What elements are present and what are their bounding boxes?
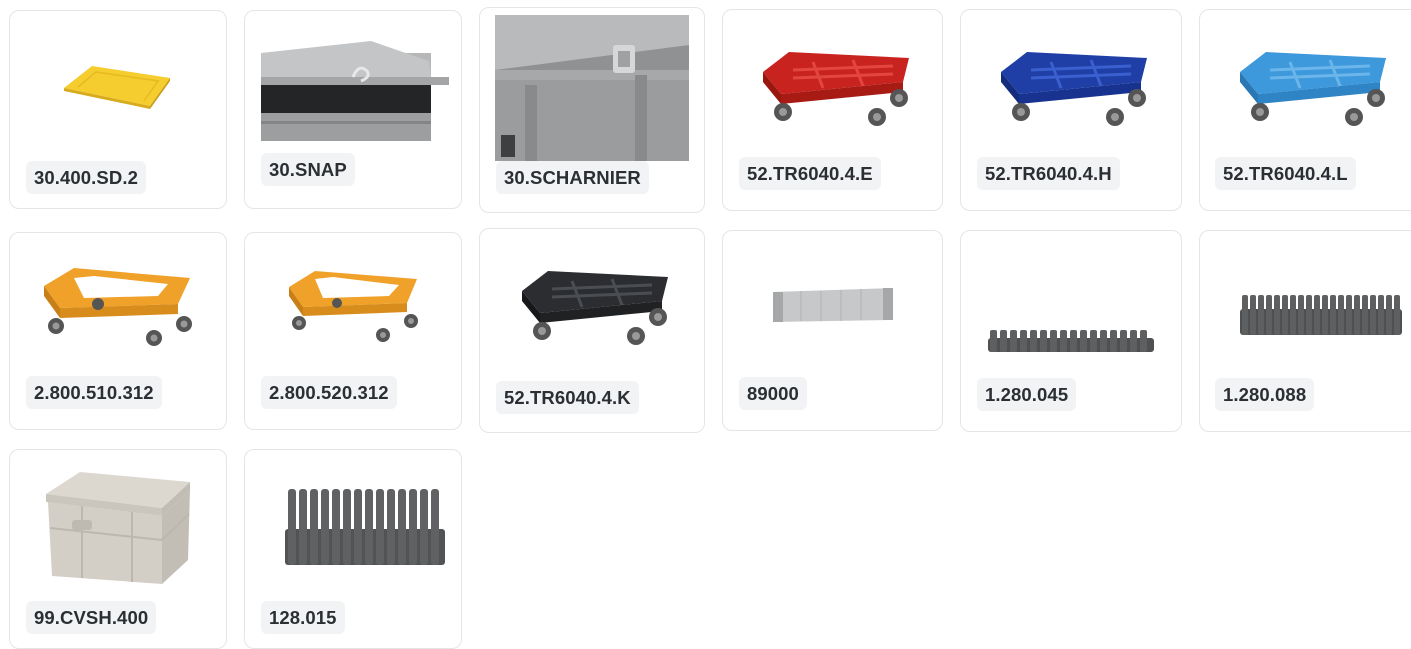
product-code: 2.800.520.312: [261, 376, 397, 409]
product-image: [245, 450, 461, 590]
product-card[interactable]: 89000: [722, 230, 943, 431]
product-card[interactable]: 52.TR6040.4.L: [1199, 9, 1411, 211]
product-image: [961, 10, 1181, 160]
product-code: 52.TR6040.4.K: [496, 381, 639, 414]
product-image: [480, 8, 704, 168]
product-card[interactable]: 99.CVSH.400: [9, 449, 227, 649]
product-image: [10, 11, 226, 161]
product-image: [723, 10, 942, 160]
product-code: 30.400.SD.2: [26, 161, 146, 194]
product-code: 30.SNAP: [261, 153, 355, 186]
product-card[interactable]: 30.400.SD.2: [9, 10, 227, 209]
product-code: 52.TR6040.4.E: [739, 157, 881, 190]
product-image: [245, 11, 461, 171]
product-code: 1.280.088: [1215, 378, 1315, 411]
product-code: 99.CVSH.400: [26, 601, 157, 634]
product-card[interactable]: 1.280.045: [960, 230, 1182, 432]
product-image: [10, 450, 226, 590]
product-card[interactable]: 52.TR6040.4.E: [722, 9, 943, 211]
product-code: 30.SCHARNIER: [496, 161, 649, 194]
product-code: 52.TR6040.4.L: [1215, 157, 1356, 190]
product-card[interactable]: 30.SCHARNIER: [479, 7, 705, 213]
product-image: [480, 229, 704, 379]
product-card[interactable]: 52.TR6040.4.H: [960, 9, 1182, 211]
product-card[interactable]: 1.280.088: [1199, 230, 1411, 432]
product-card[interactable]: 2.800.520.312: [244, 232, 462, 430]
product-card[interactable]: 2.800.510.312: [9, 232, 227, 430]
product-card[interactable]: 128.015: [244, 449, 462, 649]
product-card[interactable]: 30.SNAP: [244, 10, 462, 209]
product-image: [1200, 10, 1411, 160]
product-code: 2.800.510.312: [26, 376, 162, 409]
product-code: 52.TR6040.4.H: [977, 157, 1120, 190]
product-code: 89000: [739, 377, 807, 410]
product-image: [245, 233, 461, 373]
product-image: [723, 231, 942, 381]
product-card[interactable]: 52.TR6040.4.K: [479, 228, 705, 433]
product-image: [961, 231, 1181, 381]
product-image: [1200, 231, 1411, 381]
product-code: 1.280.045: [977, 378, 1077, 411]
product-code: 128.015: [261, 601, 345, 634]
product-image: [10, 233, 226, 373]
